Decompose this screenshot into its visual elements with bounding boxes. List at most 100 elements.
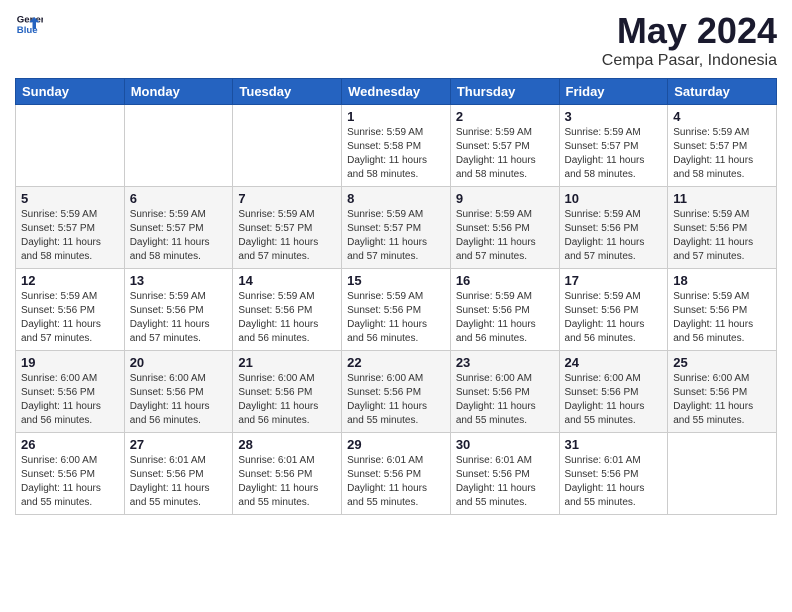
weekday-header-tuesday: Tuesday — [233, 79, 342, 105]
logo: General Blue — [15, 10, 43, 38]
day-number: 22 — [347, 355, 445, 370]
day-number: 3 — [565, 109, 663, 124]
day-cell: 9 Sunrise: 5:59 AM Sunset: 5:56 PM Daylig… — [450, 187, 559, 269]
day-cell: 17 Sunrise: 5:59 AM Sunset: 5:56 PM Dayli… — [559, 269, 668, 351]
day-cell: 6Sunrise: 5:59 AM Sunset: 5:57 PM Daylig… — [124, 187, 233, 269]
day-number: 1 — [347, 109, 445, 124]
page-title: May 2024 — [602, 10, 777, 52]
day-number: 30 — [456, 437, 554, 452]
weekday-header-monday: Monday — [124, 79, 233, 105]
week-row-2: 12 Sunrise: 5:59 AM Sunset: 5:56 PM Dayli… — [16, 269, 777, 351]
day-number: 12 — [21, 273, 119, 288]
day-info: Sunrise: 6:00 AM Sunset: 5:56 PM Dayligh… — [130, 372, 228, 428]
day-cell: 12 Sunrise: 5:59 AM Sunset: 5:56 PM Dayli… — [16, 269, 125, 351]
week-row-1: 5 Sunrise: 5:59 AM Sunset: 5:57 PM Daylig… — [16, 187, 777, 269]
day-number: 20 — [130, 355, 228, 370]
day-cell: 7Sunrise: 5:59 AM Sunset: 5:57 PM Daylig… — [233, 187, 342, 269]
day-info: Sunrise: 5:59 AM Sunset: 5:57 PM Dayligh… — [347, 208, 445, 264]
day-number: 18 — [673, 273, 771, 288]
week-row-0: 1Sunrise: 5:59 AM Sunset: 5:58 PM Daylig… — [16, 105, 777, 187]
day-cell: 25 Sunrise: 6:00 AM Sunset: 5:56 PM Dayli… — [668, 351, 777, 433]
day-number: 14 — [238, 273, 336, 288]
day-cell: 5Sunrise: 5:59 AM Sunset: 5:57 PM Daylig… — [16, 187, 125, 269]
day-cell: 30 Sunrise: 6:01 AM Sunset: 5:56 PM Dayli… — [450, 433, 559, 515]
day-number: 9 — [456, 191, 554, 206]
day-cell: 8Sunrise: 5:59 AM Sunset: 5:57 PM Daylig… — [342, 187, 451, 269]
day-cell — [16, 105, 125, 187]
title-block: May 2024 Cempa Pasar, Indonesia — [602, 10, 777, 70]
day-info: Sunrise: 6:01 AM Sunset: 5:56 PM Dayligh… — [130, 454, 228, 510]
day-cell: 2Sunrise: 5:59 AM Sunset: 5:57 PM Daylig… — [450, 105, 559, 187]
day-info: Sunrise: 6:00 AM Sunset: 5:56 PM Dayligh… — [238, 372, 336, 428]
day-number: 26 — [21, 437, 119, 452]
day-number: 31 — [565, 437, 663, 452]
day-cell: 13Sunrise: 5:59 AM Sunset: 5:56 PM Dayli… — [124, 269, 233, 351]
day-number: 24 — [565, 355, 663, 370]
day-info: Sunrise: 6:00 AM Sunset: 5:56 PM Dayligh… — [673, 372, 771, 428]
day-cell: 31 Sunrise: 6:01 AM Sunset: 5:56 PM Dayli… — [559, 433, 668, 515]
day-number: 11 — [673, 191, 771, 206]
day-info: Sunrise: 5:59 AM Sunset: 5:56 PM Dayligh… — [565, 208, 663, 264]
calendar-table: SundayMondayTuesdayWednesdayThursdayFrid… — [15, 78, 777, 515]
svg-text:General: General — [17, 14, 43, 25]
day-info: Sunrise: 6:00 AM Sunset: 5:56 PM Dayligh… — [456, 372, 554, 428]
day-cell: 14 Sunrise: 5:59 AM Sunset: 5:56 PM Dayli… — [233, 269, 342, 351]
week-row-3: 19 Sunrise: 6:00 AM Sunset: 5:56 PM Dayli… — [16, 351, 777, 433]
day-info: Sunrise: 5:59 AM Sunset: 5:57 PM Dayligh… — [673, 126, 771, 182]
day-number: 4 — [673, 109, 771, 124]
day-info: Sunrise: 5:59 AM Sunset: 5:56 PM Dayligh… — [673, 208, 771, 264]
day-info: Sunrise: 5:59 AM Sunset: 5:56 PM Dayligh… — [238, 290, 336, 346]
day-info: Sunrise: 5:59 AM Sunset: 5:56 PM Dayligh… — [456, 208, 554, 264]
day-cell: 4 Sunrise: 5:59 AM Sunset: 5:57 PM Daylig… — [668, 105, 777, 187]
weekday-header-wednesday: Wednesday — [342, 79, 451, 105]
day-cell: 16 Sunrise: 5:59 AM Sunset: 5:56 PM Dayli… — [450, 269, 559, 351]
day-info: Sunrise: 6:01 AM Sunset: 5:56 PM Dayligh… — [238, 454, 336, 510]
day-number: 19 — [21, 355, 119, 370]
day-cell: 28Sunrise: 6:01 AM Sunset: 5:56 PM Dayli… — [233, 433, 342, 515]
day-number: 25 — [673, 355, 771, 370]
day-number: 29 — [347, 437, 445, 452]
logo-icon: General Blue — [15, 10, 43, 38]
day-cell — [124, 105, 233, 187]
day-info: Sunrise: 6:00 AM Sunset: 5:56 PM Dayligh… — [21, 454, 119, 510]
day-number: 21 — [238, 355, 336, 370]
day-cell: 22 Sunrise: 6:00 AM Sunset: 5:56 PM Dayli… — [342, 351, 451, 433]
day-info: Sunrise: 5:59 AM Sunset: 5:56 PM Dayligh… — [130, 290, 228, 346]
day-number: 5 — [21, 191, 119, 206]
day-cell: 23 Sunrise: 6:00 AM Sunset: 5:56 PM Dayli… — [450, 351, 559, 433]
day-info: Sunrise: 5:59 AM Sunset: 5:56 PM Dayligh… — [21, 290, 119, 346]
day-number: 27 — [130, 437, 228, 452]
day-cell — [233, 105, 342, 187]
day-info: Sunrise: 5:59 AM Sunset: 5:56 PM Dayligh… — [456, 290, 554, 346]
day-number: 15 — [347, 273, 445, 288]
day-number: 17 — [565, 273, 663, 288]
day-info: Sunrise: 6:01 AM Sunset: 5:56 PM Dayligh… — [456, 454, 554, 510]
day-info: Sunrise: 5:59 AM Sunset: 5:57 PM Dayligh… — [565, 126, 663, 182]
day-cell: 1Sunrise: 5:59 AM Sunset: 5:58 PM Daylig… — [342, 105, 451, 187]
day-number: 7 — [238, 191, 336, 206]
day-number: 6 — [130, 191, 228, 206]
day-info: Sunrise: 5:59 AM Sunset: 5:56 PM Dayligh… — [673, 290, 771, 346]
day-info: Sunrise: 6:00 AM Sunset: 5:56 PM Dayligh… — [347, 372, 445, 428]
day-info: Sunrise: 6:00 AM Sunset: 5:56 PM Dayligh… — [21, 372, 119, 428]
day-info: Sunrise: 5:59 AM Sunset: 5:56 PM Dayligh… — [347, 290, 445, 346]
day-cell: 26 Sunrise: 6:00 AM Sunset: 5:56 PM Dayli… — [16, 433, 125, 515]
day-info: Sunrise: 6:01 AM Sunset: 5:56 PM Dayligh… — [347, 454, 445, 510]
day-info: Sunrise: 6:01 AM Sunset: 5:56 PM Dayligh… — [565, 454, 663, 510]
day-number: 16 — [456, 273, 554, 288]
week-row-4: 26 Sunrise: 6:00 AM Sunset: 5:56 PM Dayli… — [16, 433, 777, 515]
day-cell: 15 Sunrise: 5:59 AM Sunset: 5:56 PM Dayli… — [342, 269, 451, 351]
day-cell: 21 Sunrise: 6:00 AM Sunset: 5:56 PM Dayli… — [233, 351, 342, 433]
day-cell: 29 Sunrise: 6:01 AM Sunset: 5:56 PM Dayli… — [342, 433, 451, 515]
day-cell: 10Sunrise: 5:59 AM Sunset: 5:56 PM Dayli… — [559, 187, 668, 269]
day-cell: 20 Sunrise: 6:00 AM Sunset: 5:56 PM Dayli… — [124, 351, 233, 433]
weekday-header-row: SundayMondayTuesdayWednesdayThursdayFrid… — [16, 79, 777, 105]
day-info: Sunrise: 5:59 AM Sunset: 5:57 PM Dayligh… — [456, 126, 554, 182]
weekday-header-thursday: Thursday — [450, 79, 559, 105]
page-subtitle: Cempa Pasar, Indonesia — [602, 52, 777, 70]
weekday-header-friday: Friday — [559, 79, 668, 105]
day-info: Sunrise: 5:59 AM Sunset: 5:56 PM Dayligh… — [565, 290, 663, 346]
weekday-header-saturday: Saturday — [668, 79, 777, 105]
day-number: 23 — [456, 355, 554, 370]
day-cell: 27 Sunrise: 6:01 AM Sunset: 5:56 PM Dayli… — [124, 433, 233, 515]
